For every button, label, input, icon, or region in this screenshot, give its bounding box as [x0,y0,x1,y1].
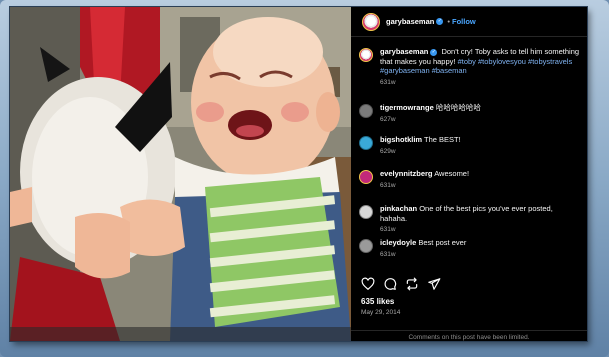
caption-row: garybaseman ✓ Don't cry! Toby asks to tel… [359,47,587,87]
comment-text: Best post ever [418,238,467,247]
commenter-avatar[interactable] [359,239,373,253]
comment-time: 631w [380,181,396,189]
commenter-avatar[interactable] [359,205,373,219]
comment-text: Awesome! [434,169,470,178]
post-header: garybaseman ✓ • Follow [351,7,587,37]
author-avatar[interactable] [362,12,380,31]
post-side-panel: garybaseman ✓ • Follow garybaseman ✓ Don'… [351,7,587,341]
caption-text-block: garybaseman ✓ Don't cry! Toby asks to tel… [380,47,580,87]
commenter-avatar[interactable] [359,170,373,184]
comment-username[interactable]: pinkachan [380,204,417,213]
commenter-avatar[interactable] [359,104,373,118]
comment-time: 631w [380,250,396,258]
comments-list: garybaseman ✓ Don't cry! Toby asks to tel… [351,39,587,297]
comments-limited-notice: Comments on this post have been limited. [351,330,587,341]
author-username[interactable]: garybaseman [386,17,434,26]
post-photo[interactable] [10,7,351,341]
post-actions-bar [361,277,587,291]
comment-text-block: evelynnitzberg Awesome! 631w [380,169,580,190]
likes-count[interactable]: 635 likes [361,297,394,306]
comment-username[interactable]: evelynnitzberg [380,169,433,178]
separator-dot: • [447,17,450,26]
commenter-avatar[interactable] [359,136,373,150]
comment-text-block: bigshotklim The BEST! 629w [380,135,580,156]
comment-text-block: tigermowrange 哈哈哈哈哈哈 627w [380,103,580,124]
instagram-post-window: garybaseman ✓ • Follow garybaseman ✓ Don'… [10,7,587,341]
comment-text-block: icleydoyle Best post ever 631w [380,238,580,259]
comment-username[interactable]: bigshotklim [380,135,422,144]
crying-baby-photo [10,7,351,341]
comment-time: 631w [380,226,396,233]
comment-time: 627w [380,115,396,123]
verified-badge-icon: ✓ [430,48,438,56]
caption-username[interactable]: garybaseman [380,47,428,56]
share-icon[interactable] [427,277,441,291]
verified-badge-icon: ✓ [436,18,444,25]
comment-username[interactable]: tigermowrange [380,103,434,112]
comment-text-block: pinkachan One of the best pics you've ev… [380,204,580,235]
comment-text: 哈哈哈哈哈哈 [435,103,481,112]
comment-username[interactable]: icleydoyle [380,238,416,247]
heart-icon[interactable] [361,277,375,291]
repost-icon[interactable] [405,277,419,291]
comment-icon[interactable] [383,277,397,291]
comment-row: pinkachan One of the best pics you've ev… [359,204,587,235]
caption-avatar[interactable] [359,48,373,62]
comment-row: evelynnitzberg Awesome! 631w [359,169,587,190]
comment-time: 629w [380,147,396,155]
follow-button[interactable]: Follow [452,17,476,26]
comment-row: bigshotklim The BEST! 629w [359,135,587,156]
comment-text: The BEST! [424,135,461,144]
comment-row: tigermowrange 哈哈哈哈哈哈 627w [359,103,587,124]
comment-row: icleydoyle Best post ever 631w [359,238,587,259]
caption-time: 631w [380,78,396,86]
post-date: May 29, 2014 [361,309,401,316]
picture-frame: garybaseman ✓ • Follow garybaseman ✓ Don'… [0,0,609,357]
